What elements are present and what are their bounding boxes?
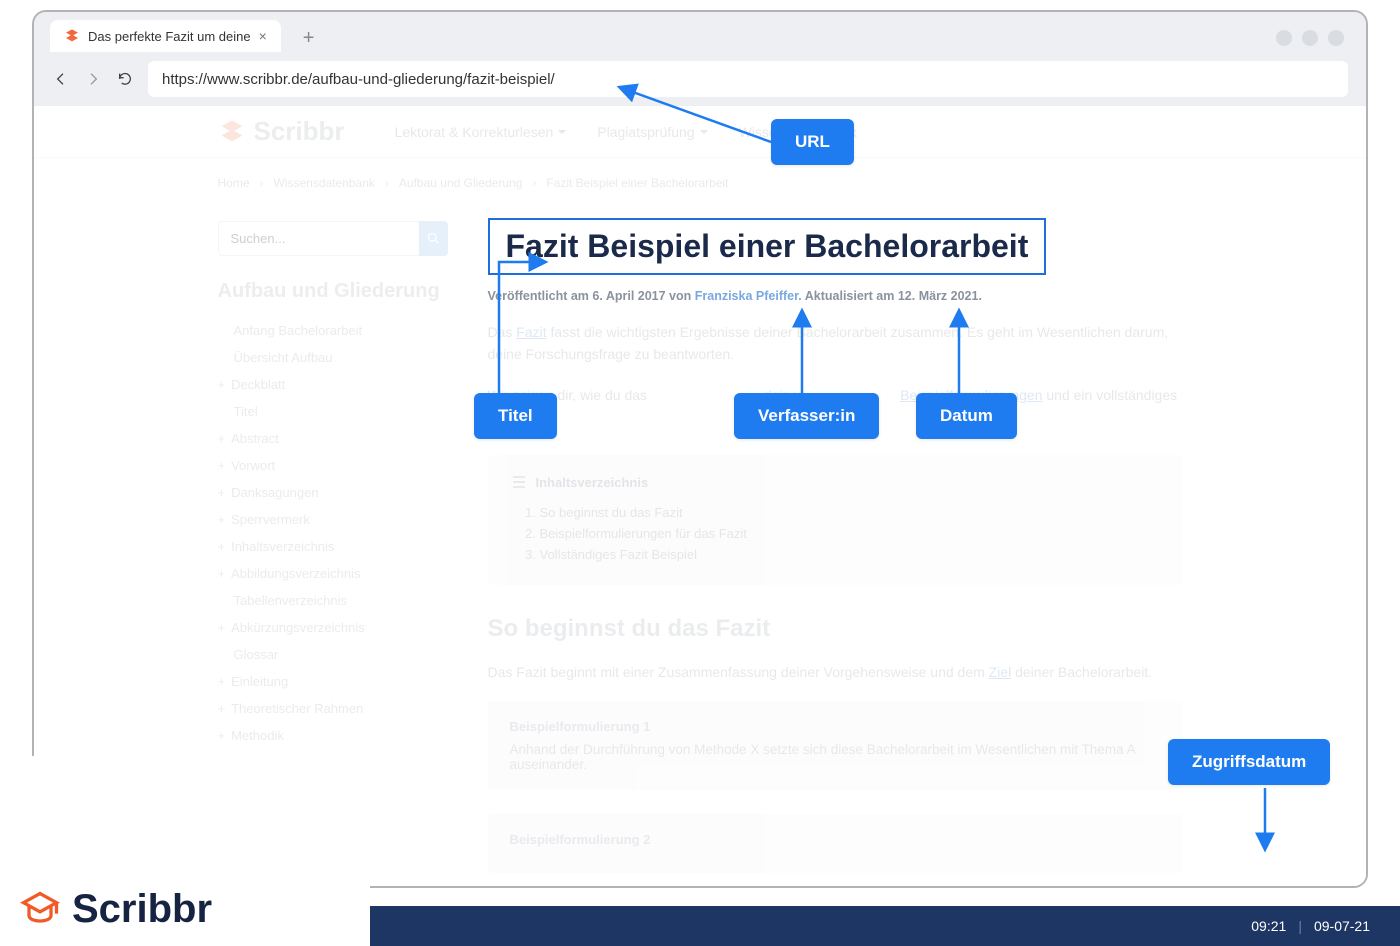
example-title: Beispielformulierung 1	[510, 719, 1161, 734]
tab-bar: Das perfekte Fazit um deine × +	[34, 12, 1366, 52]
chevron-down-icon	[557, 127, 567, 137]
sidebar-title: Aufbau und Gliederung	[218, 280, 448, 303]
close-tab-icon[interactable]: ×	[259, 28, 267, 44]
breadcrumb-item: Fazit Beispiel einer Bachelorarbeit	[546, 176, 728, 190]
logo-text: Scribbr	[254, 116, 345, 147]
menu-item[interactable]: Lektorat & Korrekturlesen	[395, 124, 568, 140]
section-heading: So beginnst du das Fazit	[488, 615, 1183, 643]
new-tab-button[interactable]: +	[295, 24, 323, 52]
status-time: 09:21	[1251, 918, 1286, 934]
article: Fazit Beispiel einer Bachelorarbeit Verö…	[488, 196, 1183, 873]
url-text: https://www.scribbr.de/aufbau-und-gliede…	[162, 71, 555, 88]
forward-button[interactable]	[84, 70, 102, 88]
toc-item[interactable]: So beginnst du das Fazit	[540, 502, 1159, 523]
sidebar-item[interactable]: Vorwort	[218, 452, 448, 479]
toc-item[interactable]: Vollständiges Fazit Beispiel	[540, 544, 1159, 565]
search-input[interactable]	[218, 221, 419, 256]
footer-logo-text: Scribbr	[72, 887, 212, 932]
sidebar-item[interactable]: Abkürzungsverzeichnis	[218, 614, 448, 641]
logo-icon	[18, 888, 62, 932]
sidebar-item[interactable]: Abstract	[218, 425, 448, 452]
sidebar-item[interactable]: Methodik	[218, 722, 448, 749]
window-controls[interactable]	[1276, 30, 1344, 46]
sidebar-item[interactable]: Titel	[218, 398, 448, 425]
back-button[interactable]	[52, 70, 70, 88]
paragraph: Das Fazit fasst die wichtigsten Ergebnis…	[488, 321, 1183, 366]
example-box: Beispielformulierung 1 Anhand der Durchf…	[488, 701, 1183, 790]
sidebar-item[interactable]: Deckblatt	[218, 371, 448, 398]
sidebar-item[interactable]: Anfang Bachelorarbeit	[218, 317, 448, 344]
paragraph: Das Fazit beginnt mit einer Zusammenfass…	[488, 661, 1183, 683]
status-date: 09-07-21	[1314, 918, 1370, 934]
site-header: Scribbr Lektorat & Korrekturlesen Plagia…	[34, 106, 1366, 158]
toolbar: https://www.scribbr.de/aufbau-und-gliede…	[34, 52, 1366, 106]
search	[218, 221, 448, 256]
sidebar-item[interactable]: Inhaltsverzeichnis	[218, 533, 448, 560]
site-logo[interactable]: Scribbr	[218, 116, 345, 147]
chevron-down-icon	[699, 127, 709, 137]
article-meta: Veröffentlicht am 6. April 2017 von Fran…	[488, 289, 1183, 303]
breadcrumb-item[interactable]: Wissensdatenbank	[274, 176, 375, 190]
window-dot[interactable]	[1302, 30, 1318, 46]
reload-button[interactable]	[116, 70, 134, 88]
toc-item[interactable]: Beispielformulierungen für das Fazit	[540, 523, 1159, 544]
callout-access-date: Zugriffsdatum	[1168, 739, 1330, 785]
sidebar-item[interactable]: Sperrvermerk	[218, 506, 448, 533]
author-link[interactable]: Franziska Pfeiffer.	[695, 289, 802, 303]
window-dot[interactable]	[1276, 30, 1292, 46]
breadcrumb-item[interactable]: Aufbau und Gliederung	[399, 176, 522, 190]
sidebar-item[interactable]: Einleitung	[218, 668, 448, 695]
logo-icon	[218, 118, 246, 146]
breadcrumb-item[interactable]: Home	[218, 176, 250, 190]
favicon-icon	[64, 28, 80, 44]
sidebar-item[interactable]: Danksagungen	[218, 479, 448, 506]
search-icon	[426, 231, 441, 246]
example-box: Beispielformulierung 2	[488, 814, 1183, 873]
callout-author: Verfasser:in	[734, 393, 879, 439]
sidebar-item[interactable]: Tabellenverzeichnis	[218, 587, 448, 614]
sidebar-item[interactable]: Übersicht Aufbau	[218, 344, 448, 371]
callout-title: Titel	[474, 393, 557, 439]
callout-url: URL	[771, 119, 854, 165]
browser-tab[interactable]: Das perfekte Fazit um deine ×	[50, 20, 281, 52]
example-title: Beispielformulierung 2	[510, 832, 1161, 847]
sidebar-item[interactable]: Abbildungsverzeichnis	[218, 560, 448, 587]
sidebar-item[interactable]: Theoretischer Rahmen	[218, 695, 448, 722]
window-dot[interactable]	[1328, 30, 1344, 46]
example-text: Anhand der Durchführung von Methode X se…	[510, 742, 1161, 772]
footer: 09:21 | 09-07-21 Scribbr	[0, 886, 1400, 946]
sidebar-list: Anfang Bachelorarbeit Übersicht Aufbau D…	[218, 317, 448, 776]
toc-title: Inhaltsverzeichnis	[512, 475, 1159, 490]
url-bar[interactable]: https://www.scribbr.de/aufbau-und-gliede…	[148, 61, 1348, 97]
list-icon	[512, 476, 526, 488]
callout-date: Datum	[916, 393, 1017, 439]
search-button[interactable]	[419, 221, 448, 256]
sidebar-item[interactable]: Glossar	[218, 641, 448, 668]
tab-title: Das perfekte Fazit um deine	[88, 29, 251, 44]
table-of-contents: Inhaltsverzeichnis So beginnst du das Fa…	[488, 455, 1183, 585]
footer-logo: Scribbr	[18, 887, 212, 932]
status-bar: 09:21 | 09-07-21	[310, 906, 1400, 946]
menu-item[interactable]: Plagiatsprüfung	[597, 124, 708, 140]
breadcrumb: Home› Wissensdatenbank› Aufbau und Glied…	[218, 158, 1183, 196]
browser-chrome: Das perfekte Fazit um deine × + https://…	[34, 12, 1366, 106]
article-title: Fazit Beispiel einer Bachelorarbeit	[488, 218, 1047, 275]
